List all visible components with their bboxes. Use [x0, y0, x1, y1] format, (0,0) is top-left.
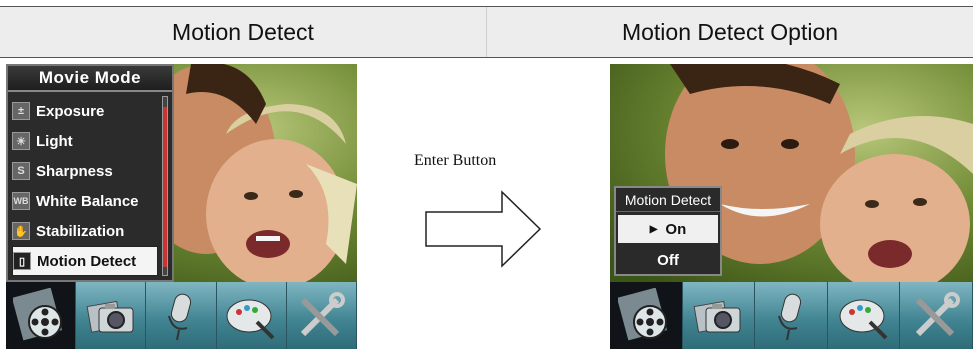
selected-triangle-icon: ▶ — [649, 223, 658, 235]
menu-list: ± Exposure ☀ Light S Sharpness WB White … — [12, 96, 158, 276]
movie-mode-icon — [617, 287, 667, 340]
header-left-title: Motion Detect — [172, 18, 314, 45]
camera-mode-icon — [693, 300, 741, 333]
option-off[interactable]: Off — [616, 246, 720, 274]
voice-mode-tab[interactable] — [755, 282, 828, 349]
voice-mode-tab[interactable] — [146, 282, 217, 349]
menu-item-label: Sharpness — [36, 162, 113, 180]
menu-item-white-balance[interactable]: WB White Balance — [12, 186, 158, 216]
header-table: Motion Detect Motion Detect Option — [0, 6, 973, 58]
motion-detect-popup: Motion Detect ▶ On Off — [614, 186, 722, 276]
movie-mode-tab[interactable] — [6, 282, 77, 349]
voice-mode-icon — [168, 293, 192, 340]
movie-mode-icon — [12, 287, 62, 340]
setup-mode-tab[interactable] — [900, 282, 973, 349]
menu-item-motion-detect[interactable]: ▯ Motion Detect — [12, 246, 158, 276]
stabilization-icon: ✋ — [12, 222, 30, 240]
option-label: On — [665, 220, 687, 238]
setup-mode-tab[interactable] — [287, 282, 357, 349]
menu-scroll-thumb[interactable] — [163, 107, 167, 267]
menu-item-light[interactable]: ☀ Light — [12, 126, 158, 156]
menu-item-stabilization[interactable]: ✋ Stabilization — [12, 216, 158, 246]
white-balance-icon: WB — [12, 192, 30, 210]
menu-item-sharpness[interactable]: S Sharpness — [12, 156, 158, 186]
movie-mode-menu: Movie Mode ± Exposure ☀ Light S Sharpnes… — [6, 64, 174, 282]
left-camera-screen: Movie Mode ± Exposure ☀ Light S Sharpnes… — [6, 64, 357, 349]
menu-item-label: Light — [36, 132, 73, 150]
setup-mode-icon — [301, 291, 346, 336]
menu-title: Movie Mode — [8, 66, 172, 92]
menu-scrollbar[interactable] — [162, 96, 168, 276]
option-label: Off — [657, 251, 679, 269]
playback-mode-icon — [839, 299, 887, 339]
camera-mode-icon — [86, 300, 134, 333]
exposure-icon: ± — [12, 102, 30, 120]
sharpness-icon: S — [12, 162, 30, 180]
header-right-title: Motion Detect Option — [486, 7, 973, 57]
right-camera-screen: Motion Detect ▶ On Off — [610, 64, 973, 349]
menu-item-label: Stabilization — [36, 222, 125, 240]
movie-mode-tab[interactable] — [610, 282, 683, 349]
menu-item-exposure[interactable]: ± Exposure — [12, 96, 158, 126]
menu-item-label: Motion Detect — [37, 252, 137, 270]
playback-mode-icon — [226, 299, 275, 339]
enter-button-label: Enter Button — [414, 152, 497, 169]
camera-mode-tab[interactable] — [76, 282, 147, 349]
popup-title: Motion Detect — [616, 188, 720, 212]
playback-mode-tab[interactable] — [217, 282, 287, 349]
voice-mode-icon — [778, 293, 802, 340]
mode-icon-bar — [610, 282, 973, 349]
camera-mode-tab[interactable] — [683, 282, 756, 349]
setup-mode-icon — [916, 291, 961, 336]
light-icon: ☀ — [12, 132, 30, 150]
menu-item-label: Exposure — [36, 102, 105, 120]
right-arrow-icon — [425, 190, 542, 268]
option-on[interactable]: ▶ On — [618, 215, 718, 243]
menu-item-label: White Balance — [36, 192, 139, 210]
playback-mode-tab[interactable] — [828, 282, 901, 349]
mode-icon-bar — [6, 282, 357, 349]
motion-detect-icon: ▯ — [13, 252, 31, 270]
